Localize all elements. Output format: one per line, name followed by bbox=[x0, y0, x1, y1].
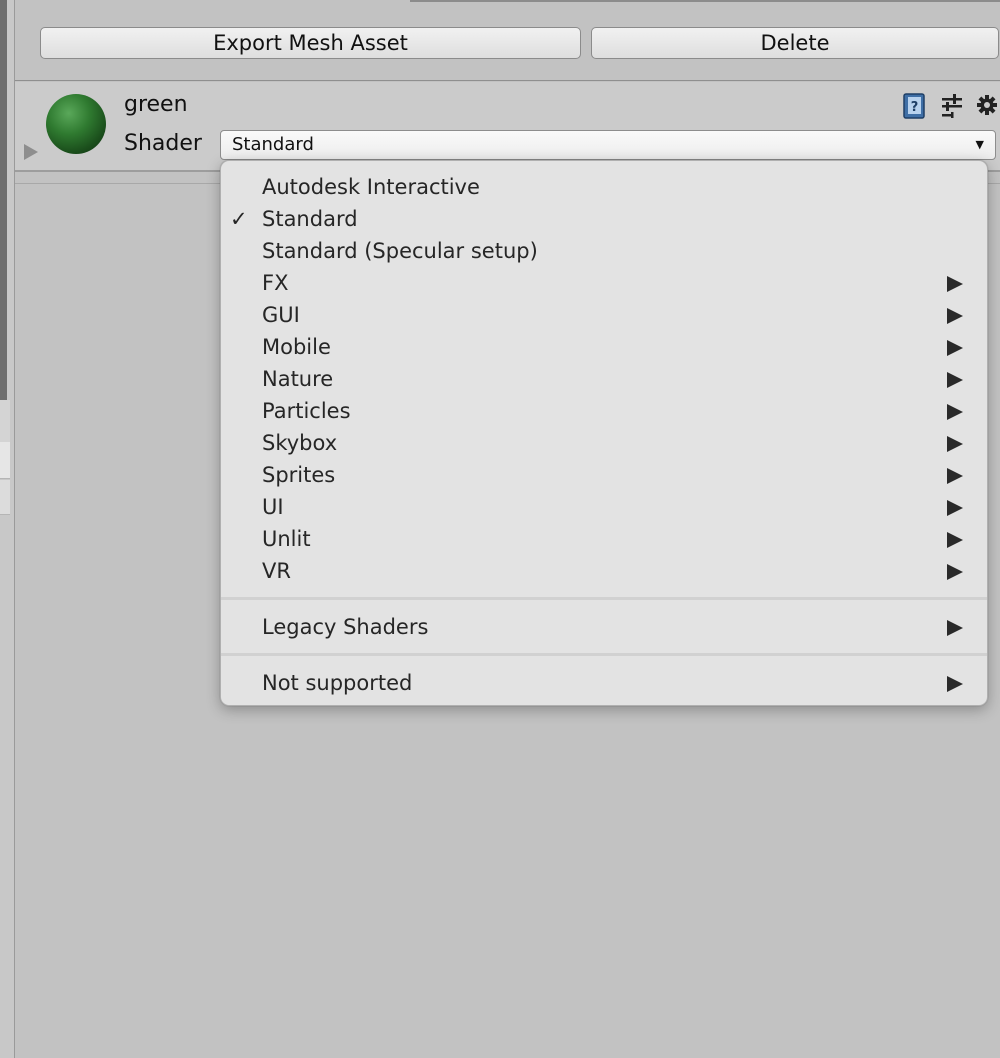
gear-icon[interactable] bbox=[976, 92, 1000, 120]
shader-dropdown-value: Standard bbox=[232, 134, 314, 155]
menu-item-sprites[interactable]: Sprites bbox=[221, 459, 987, 491]
material-preview-sphere bbox=[46, 94, 106, 154]
menu-item-label: UI bbox=[262, 495, 284, 519]
menu-item-label: Unlit bbox=[262, 527, 311, 551]
menu-item-vr[interactable]: VR bbox=[221, 555, 987, 587]
menu-item-label: Nature bbox=[262, 367, 334, 391]
menu-item-mobile[interactable]: Mobile bbox=[221, 331, 987, 363]
header-icon-group: ? bbox=[899, 92, 1000, 120]
menu-item-label: VR bbox=[262, 559, 291, 583]
left-panel-edge bbox=[0, 0, 15, 1058]
checkmark-icon: ✓ bbox=[230, 207, 248, 231]
menu-item-legacy-shaders[interactable]: Legacy Shaders bbox=[221, 611, 987, 643]
shader-menu: Autodesk Interactive ✓ Standard Standard… bbox=[220, 160, 988, 706]
submenu-arrow-icon bbox=[947, 564, 963, 580]
menu-item-not-supported[interactable]: Not supported bbox=[221, 667, 987, 699]
submenu-arrow-icon bbox=[947, 308, 963, 324]
menu-item-label: FX bbox=[262, 271, 289, 295]
top-field-edge bbox=[410, 0, 1000, 2]
dropdown-caret-icon: ▼ bbox=[975, 138, 984, 151]
menu-separator bbox=[221, 653, 987, 656]
presets-sliders-icon[interactable] bbox=[939, 92, 965, 120]
menu-item-fx[interactable]: FX bbox=[221, 267, 987, 299]
material-name: green bbox=[124, 92, 188, 117]
menu-item-particles[interactable]: Particles bbox=[221, 395, 987, 427]
menu-item-label: Not supported bbox=[262, 671, 413, 695]
help-book-icon[interactable]: ? bbox=[902, 92, 928, 120]
submenu-arrow-icon bbox=[947, 404, 963, 420]
menu-item-standard-specular[interactable]: Standard (Specular setup) bbox=[221, 235, 987, 267]
menu-item-standard[interactable]: ✓ Standard bbox=[221, 203, 987, 235]
panel-edge-segment bbox=[0, 480, 10, 515]
submenu-arrow-icon bbox=[947, 436, 963, 452]
menu-item-autodesk-interactive[interactable]: Autodesk Interactive bbox=[221, 171, 987, 203]
menu-item-label: Autodesk Interactive bbox=[262, 175, 480, 199]
shader-dropdown[interactable]: Standard ▼ bbox=[220, 130, 996, 160]
menu-item-label: Particles bbox=[262, 399, 351, 423]
svg-text:?: ? bbox=[911, 100, 919, 115]
submenu-arrow-icon bbox=[947, 372, 963, 388]
delete-button[interactable]: Delete bbox=[591, 27, 999, 59]
foldout-arrow-icon[interactable] bbox=[24, 144, 38, 160]
submenu-arrow-icon bbox=[947, 340, 963, 356]
panel-edge-segment bbox=[0, 442, 10, 479]
menu-item-label: Skybox bbox=[262, 431, 338, 455]
submenu-arrow-icon bbox=[947, 276, 963, 292]
export-mesh-asset-button[interactable]: Export Mesh Asset bbox=[40, 27, 581, 59]
menu-separator bbox=[221, 597, 987, 600]
submenu-arrow-icon bbox=[947, 500, 963, 516]
menu-item-gui[interactable]: GUI bbox=[221, 299, 987, 331]
panel-scrollbar[interactable] bbox=[0, 0, 7, 400]
submenu-arrow-icon bbox=[947, 620, 963, 636]
menu-item-label: Legacy Shaders bbox=[262, 615, 429, 639]
inspector-window: Export Mesh Asset Delete green Shader St… bbox=[0, 0, 1000, 1058]
menu-item-skybox[interactable]: Skybox bbox=[221, 427, 987, 459]
mesh-actions-row: Export Mesh Asset Delete bbox=[15, 18, 1000, 81]
submenu-arrow-icon bbox=[947, 532, 963, 548]
menu-item-label: Standard bbox=[262, 207, 358, 231]
menu-item-label: Sprites bbox=[262, 463, 336, 487]
menu-item-ui[interactable]: UI bbox=[221, 491, 987, 523]
panel-edge-segment bbox=[0, 400, 10, 442]
submenu-arrow-icon bbox=[947, 468, 963, 484]
material-header: green Shader Standard ▼ ? bbox=[15, 82, 1000, 172]
menu-item-label: Mobile bbox=[262, 335, 331, 359]
menu-item-nature[interactable]: Nature bbox=[221, 363, 987, 395]
menu-item-label: Standard (Specular setup) bbox=[262, 239, 538, 263]
menu-item-unlit[interactable]: Unlit bbox=[221, 523, 987, 555]
shader-label: Shader bbox=[124, 131, 202, 156]
submenu-arrow-icon bbox=[947, 676, 963, 692]
menu-item-label: GUI bbox=[262, 303, 300, 327]
